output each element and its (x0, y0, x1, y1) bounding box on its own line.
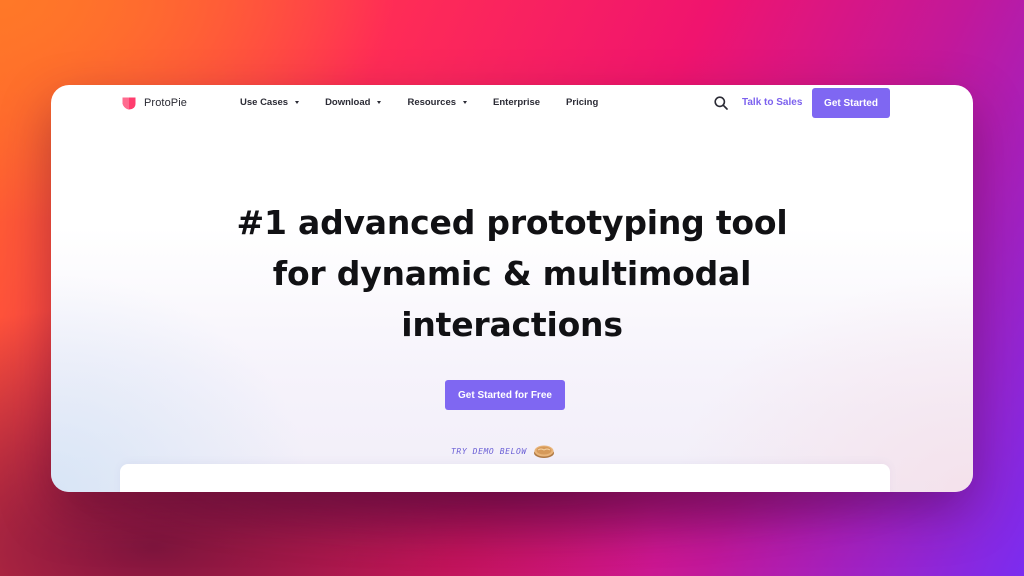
menu-item-use-cases[interactable]: Use Cases (240, 97, 300, 108)
hero-title-line: interactions (401, 305, 623, 344)
menu-item-label: Resources (407, 97, 457, 108)
demo-hint: TRY DEMO BELOW (451, 443, 555, 459)
get-started-button[interactable]: Get Started (812, 88, 890, 118)
menu-item-label: Pricing (566, 97, 599, 108)
menu-item-resources[interactable]: Resources (407, 97, 468, 108)
hero-title: #1 advanced prototyping tool for dynamic… (51, 197, 973, 350)
main-menu: Use Cases Download Resources Enterprise … (240, 97, 624, 108)
hero-title-line: for dynamic & multimodal (272, 254, 752, 293)
brand-name: ProtoPie (144, 97, 187, 109)
brand-logo[interactable]: ProtoPie (121, 95, 187, 111)
pie-icon (533, 445, 554, 458)
menu-item-download[interactable]: Download (325, 97, 382, 108)
menu-item-pricing[interactable]: Pricing (566, 97, 598, 108)
search-icon[interactable] (713, 95, 729, 111)
get-started-free-button[interactable]: Get Started for Free (445, 380, 565, 410)
caret-down-icon (295, 101, 300, 104)
menu-item-label: Download (325, 97, 371, 108)
menu-item-label: Enterprise (493, 97, 541, 108)
menu-item-enterprise[interactable]: Enterprise (493, 97, 540, 108)
top-navigation: ProtoPie Use Cases Download Resources En… (51, 85, 973, 121)
demo-panel[interactable] (120, 464, 890, 492)
demo-hint-text: TRY DEMO BELOW (451, 446, 527, 456)
menu-item-label: Use Cases (240, 97, 289, 108)
caret-down-icon (463, 101, 468, 104)
hero-title-line: #1 advanced prototyping tool (236, 203, 788, 242)
browser-window: ProtoPie Use Cases Download Resources En… (51, 85, 973, 492)
caret-down-icon (377, 101, 382, 104)
talk-to-sales-link[interactable]: Talk to Sales (742, 97, 802, 108)
protopie-logo-icon (122, 97, 136, 110)
